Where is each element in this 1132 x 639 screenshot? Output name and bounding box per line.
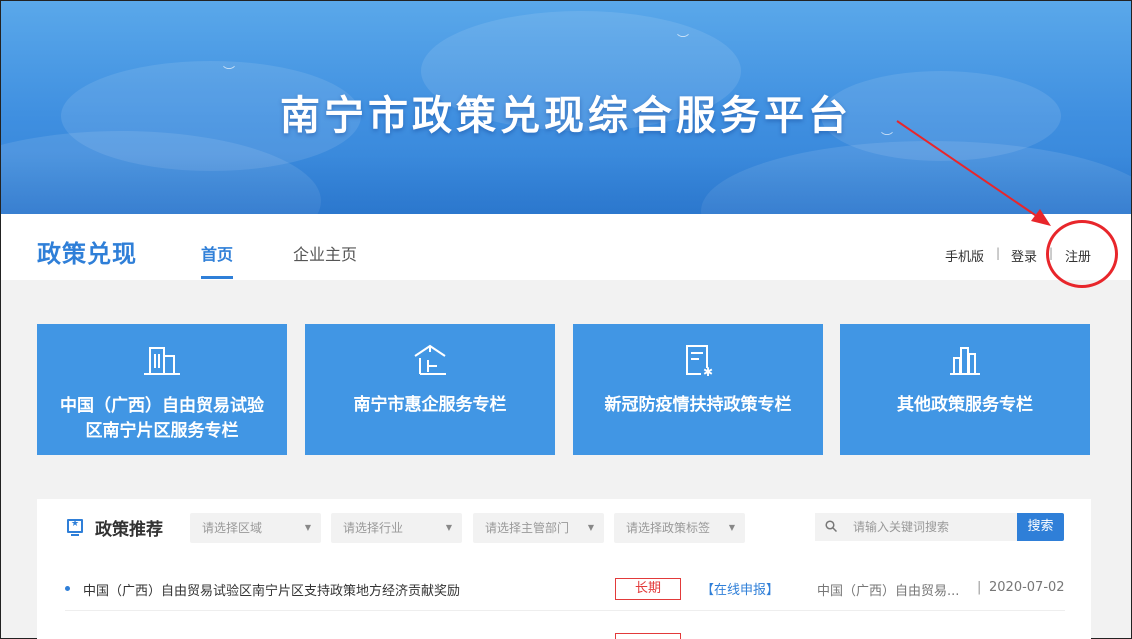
policy-panel-title: 政策推荐	[95, 520, 163, 540]
building-icon	[144, 347, 180, 375]
select-value: 请选择主管部门	[485, 521, 570, 535]
header-banner: ︶ ︶ ︶ 南宁市政策兑现综合服务平台	[1, 1, 1131, 214]
region-select[interactable]: 请选择区域 ▼	[190, 513, 321, 543]
annotation-circle	[1046, 220, 1118, 288]
chevron-down-icon: ▼	[587, 523, 594, 532]
recommend-icon: ★	[67, 519, 83, 536]
banner-title: 南宁市政策兑现综合服务平台	[280, 93, 852, 139]
tile-enterprise-service[interactable]: 南宁市惠企服务专栏	[305, 324, 555, 455]
tile-epidemic-support[interactable]: ✱ 新冠防疫情扶持政策专栏	[573, 324, 823, 455]
chevron-down-icon: ▼	[304, 523, 311, 532]
policy-tag-select[interactable]: 请选择政策标签 ▼	[614, 513, 745, 543]
tile-label: 中国（广西）自由贸易试验区南宁片区服务专栏	[60, 396, 264, 441]
policy-title-link[interactable]: 中国（广西）自由贸易试验区南宁片区支持政策地方经济贡献奖励	[83, 580, 460, 599]
status-badge: 长期	[615, 578, 681, 600]
search-placeholder: 请输入关键词搜索	[853, 520, 950, 534]
search-button[interactable]: 搜索	[1017, 513, 1064, 541]
chevron-down-icon: ▼	[445, 523, 452, 532]
site-logo[interactable]: 政策兑现	[37, 234, 137, 269]
select-value: 请选择区域	[202, 521, 263, 535]
tile-label: 南宁市惠企服务专栏	[353, 395, 507, 415]
tile-label: 其他政策服务专栏	[897, 395, 1033, 415]
search-input[interactable]: 请输入关键词搜索	[815, 513, 1017, 541]
policy-panel: ★ 政策推荐 请选择区域 ▼ 请选择行业 ▼ 请选择主管部门 ▼ 请选择政策标签…	[37, 499, 1091, 639]
mobile-version-link[interactable]: 手机版	[945, 246, 984, 265]
svg-text:✱: ✱	[703, 365, 713, 376]
table-row[interactable]: 中国（广西）自由贸易试验区南宁片区支持政策地方经济贡献奖励 长期 【在线申报】 …	[65, 571, 1065, 611]
select-value: 请选择行业	[343, 521, 404, 535]
tile-label: 新冠防疫情扶持政策专栏	[604, 395, 792, 415]
bird-decoration: ︶	[677, 33, 690, 47]
policy-department: 中国（广西）自由贸易...	[817, 584, 960, 599]
city-icon	[950, 347, 980, 375]
bullet-icon	[65, 586, 70, 591]
policy-date: 2020-07-02	[989, 580, 1065, 595]
top-nav: 政策兑现 首页 企业主页 手机版 | 登录 | 注册	[1, 214, 1131, 280]
skyline-decoration	[1, 154, 1131, 214]
tile-other-policy[interactable]: 其他政策服务专栏	[840, 324, 1090, 455]
tab-home[interactable]: 首页	[201, 241, 234, 279]
nav-separator: |	[996, 246, 1001, 260]
epidemic-doc-icon: ✱	[686, 345, 713, 376]
status-badge	[615, 633, 681, 639]
bird-decoration: ︶	[223, 65, 236, 79]
row-separator: |	[977, 580, 982, 595]
industry-select[interactable]: 请选择行业 ▼	[331, 513, 462, 543]
chevron-down-icon: ▼	[728, 523, 735, 532]
tile-free-trade-zone[interactable]: 中国（广西）自由贸易试验区南宁片区服务专栏	[37, 324, 287, 455]
enterprise-icon	[414, 344, 446, 375]
select-value: 请选择政策标签	[626, 521, 711, 535]
search-icon	[825, 520, 837, 532]
login-link[interactable]: 登录	[1011, 246, 1037, 265]
department-select[interactable]: 请选择主管部门 ▼	[473, 513, 604, 543]
online-apply-link[interactable]: 【在线申报】	[701, 579, 779, 598]
tab-enterprise-home[interactable]: 企业主页	[293, 241, 357, 265]
